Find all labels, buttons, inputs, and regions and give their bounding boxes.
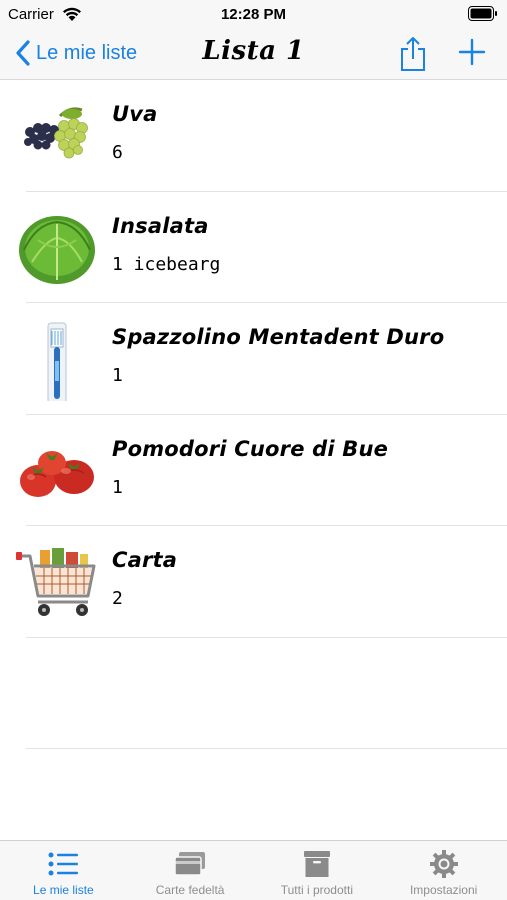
- share-icon[interactable]: [399, 36, 427, 72]
- cards-icon: [174, 852, 206, 876]
- item-name: Spazzolino Mentadent Duro: [112, 325, 445, 349]
- item-quantity: 6: [112, 142, 123, 163]
- status-bar: Carrier 12:28 PM: [0, 0, 507, 28]
- item-quantity: 1: [112, 476, 123, 498]
- list-item[interactable]: Spazzolino Mentadent Duro 1: [0, 303, 507, 415]
- tab-le-mie-liste[interactable]: Le mie liste: [0, 841, 127, 900]
- tab-label: Impostazioni: [409, 883, 478, 897]
- tab-label: Le mie liste: [33, 883, 94, 897]
- shopping-cart-icon: [16, 548, 96, 616]
- list-item[interactable]: Uva 6: [0, 80, 507, 192]
- tab-label: Carte fedeltà: [155, 883, 225, 897]
- tab-bar: Le mie liste Carte fedeltà Tutti i prodo…: [0, 840, 507, 900]
- item-quantity: 1: [112, 365, 123, 386]
- tab-label: Tutti i prodotti: [280, 883, 353, 897]
- list-icon: [48, 852, 79, 876]
- page-title: Lista 1: [202, 36, 305, 66]
- list-item[interactable]: Pomodori Cuore di Bue 1: [0, 415, 507, 527]
- item-quantity: 1 icebearg: [112, 253, 221, 275]
- archive-box-icon: [303, 851, 330, 877]
- toothbrush-icon: [47, 322, 67, 401]
- add-icon[interactable]: [458, 38, 486, 66]
- item-name: Pomodori Cuore di Bue: [112, 436, 389, 461]
- status-time: 12:28 PM: [220, 6, 287, 23]
- battery-icon: [468, 6, 497, 21]
- tab-impostazioni[interactable]: Impostazioni: [380, 841, 507, 900]
- navigation-bar: Le mie liste Lista 1: [0, 28, 507, 80]
- tab-carte-fedelta[interactable]: Carte fedeltà: [127, 841, 254, 900]
- gear-icon: [429, 850, 458, 878]
- grapes-icon: [24, 107, 88, 159]
- empty-row: [0, 638, 507, 750]
- list-item[interactable]: Carta 2: [0, 526, 507, 638]
- lettuce-icon: [19, 215, 95, 284]
- shopping-list: Uva 6 Insalata 1 icebearg Spazzolino Men…: [0, 80, 507, 749]
- item-name: Insalata: [112, 213, 209, 238]
- tomatoes-icon: [20, 450, 94, 497]
- tab-tutti-i-prodotti[interactable]: Tutti i prodotti: [254, 841, 381, 900]
- item-name: Uva: [112, 102, 158, 126]
- list-item[interactable]: Insalata 1 icebearg: [0, 192, 507, 304]
- item-name: Carta: [112, 548, 178, 572]
- item-quantity: 2: [112, 588, 123, 609]
